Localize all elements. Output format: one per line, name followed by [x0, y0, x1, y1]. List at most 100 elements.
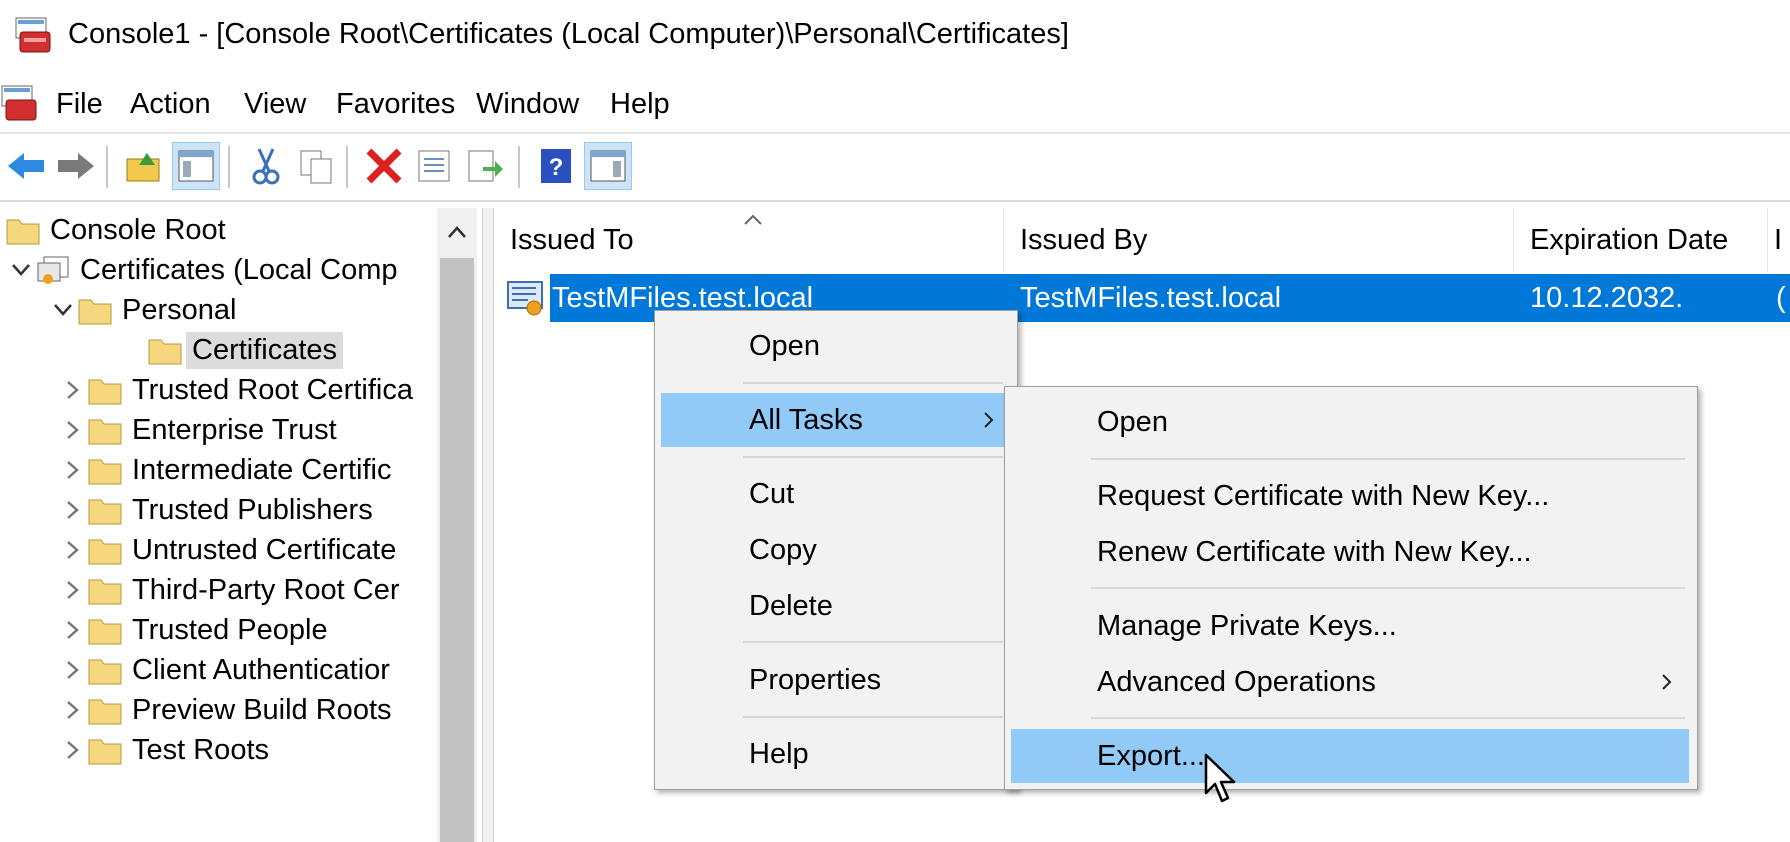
menu-separator — [1091, 458, 1685, 460]
tree-item-trusted-publishers[interactable]: Trusted Publishers — [58, 488, 373, 532]
column-header-expiration[interactable]: Expiration Date — [1514, 208, 1768, 272]
tree-item-label: Trusted Publishers — [132, 493, 373, 526]
mouse-cursor-icon — [1204, 753, 1236, 803]
tree-item-client-auth[interactable]: Client Authenticatior — [58, 648, 390, 692]
cut-icon[interactable] — [242, 142, 290, 190]
tree-item-label: Third-Party Root Cer — [132, 573, 400, 606]
tree-item-label: Client Authenticatior — [132, 653, 390, 686]
chevron-right-icon — [1662, 674, 1672, 690]
folder-icon — [88, 699, 122, 725]
column-label: I — [1774, 223, 1783, 256]
tree-item-certificates[interactable]: Certificates — [148, 328, 344, 372]
menu-item-label: Export... — [1097, 739, 1205, 772]
tree-item-label: Untrusted Certificate — [132, 533, 397, 566]
submenu-item-renew-certificate[interactable]: Renew Certificate with New Key... — [1011, 525, 1689, 579]
tree-item-trusted-people[interactable]: Trusted People — [58, 608, 328, 652]
chevron-right-icon[interactable] — [58, 420, 88, 440]
menu-action[interactable]: Action — [126, 86, 215, 123]
show-action-pane-icon[interactable] — [584, 142, 632, 190]
submenu-item-open[interactable]: Open — [1011, 395, 1689, 449]
submenu-item-request-certificate[interactable]: Request Certificate with New Key... — [1011, 469, 1689, 523]
tree-item-test-roots[interactable]: Test Roots — [58, 728, 269, 772]
delete-icon[interactable] — [360, 142, 408, 190]
menu-item-open[interactable]: Open — [661, 319, 1009, 373]
tree-item-console-root[interactable]: Console Root — [6, 208, 226, 252]
tree-scrollbar-thumb[interactable] — [440, 258, 474, 842]
chevron-right-icon[interactable] — [58, 740, 88, 760]
scroll-up-icon[interactable] — [437, 210, 477, 254]
tree-item-third-party-root[interactable]: Third-Party Root Cer — [58, 568, 400, 612]
folder-icon — [88, 419, 122, 445]
chevron-right-icon[interactable] — [58, 460, 88, 480]
all-tasks-submenu: Open Request Certificate with New Key...… — [1004, 386, 1698, 790]
column-header-intended-purposes[interactable]: I — [1768, 208, 1790, 272]
chevron-right-icon[interactable] — [58, 620, 88, 640]
chevron-right-icon[interactable] — [58, 540, 88, 560]
tree-item-label: Preview Build Roots — [132, 693, 392, 726]
menu-item-help[interactable]: Help — [661, 727, 1009, 781]
menu-item-label: Open — [749, 329, 820, 362]
cell-issued-by: TestMFiles.test.local — [1020, 282, 1282, 314]
cell-intended-purposes: ( — [1776, 282, 1786, 314]
export-list-icon[interactable] — [460, 142, 508, 190]
menu-view[interactable]: View — [240, 86, 310, 123]
folder-icon — [6, 219, 40, 245]
tree-item-label: Enterprise Trust — [132, 413, 337, 446]
submenu-item-manage-private-keys[interactable]: Manage Private Keys... — [1011, 599, 1689, 653]
chevron-right-icon[interactable] — [58, 580, 88, 600]
column-label: Issued To — [510, 223, 634, 256]
tree-item-label: Trusted People — [132, 613, 328, 646]
pane-splitter[interactable] — [482, 208, 494, 842]
tree-item-label: Console Root — [50, 213, 226, 246]
menu-item-properties[interactable]: Properties — [661, 653, 1009, 707]
menu-item-label: Advanced Operations — [1097, 665, 1376, 698]
copy-icon[interactable] — [292, 142, 340, 190]
column-label: Expiration Date — [1530, 223, 1729, 256]
submenu-item-export[interactable]: Export... — [1011, 729, 1689, 783]
folder-icon — [88, 539, 122, 565]
chevron-right-icon[interactable] — [58, 380, 88, 400]
menu-item-cut[interactable]: Cut — [661, 467, 1009, 521]
menu-item-label: Help — [749, 737, 809, 770]
menu-item-copy[interactable]: Copy — [661, 523, 1009, 577]
tree-item-intermediate[interactable]: Intermediate Certific — [58, 448, 392, 492]
back-icon[interactable] — [2, 142, 50, 190]
menu-favorites[interactable]: Favorites — [332, 86, 459, 123]
menu-file[interactable]: File — [52, 86, 107, 123]
console-window-icon[interactable] — [0, 84, 40, 124]
tree-item-trusted-root[interactable]: Trusted Root Certifica — [58, 368, 413, 412]
menu-window[interactable]: Window — [472, 86, 583, 123]
tree-item-untrusted[interactable]: Untrusted Certificate — [58, 528, 396, 572]
menu-separator — [743, 641, 1003, 643]
chevron-down-icon[interactable] — [6, 263, 36, 277]
toolbar-separator — [346, 146, 348, 188]
chevron-right-icon[interactable] — [58, 700, 88, 720]
column-header-issued-by[interactable]: Issued By — [1004, 208, 1514, 272]
properties-icon[interactable] — [410, 142, 458, 190]
menu-item-all-tasks[interactable]: All Tasks — [661, 393, 1009, 447]
help-icon[interactable]: ? — [532, 142, 580, 190]
menu-item-label: Open — [1097, 405, 1168, 438]
tree-item-personal[interactable]: Personal — [48, 288, 236, 332]
menu-separator — [1091, 717, 1685, 719]
submenu-item-advanced-operations[interactable]: Advanced Operations — [1011, 655, 1689, 709]
chevron-right-icon[interactable] — [58, 500, 88, 520]
context-menu: Open All Tasks Cut Copy Delete Propertie… — [654, 310, 1018, 790]
sort-ascending-icon — [744, 214, 762, 225]
menu-separator — [743, 456, 1003, 458]
menu-help[interactable]: Help — [606, 86, 674, 123]
column-label: Issued By — [1020, 223, 1148, 256]
tree-item-preview-build-roots[interactable]: Preview Build Roots — [58, 688, 392, 732]
svg-text:?: ? — [549, 154, 564, 181]
tree-item-label: Trusted Root Certifica — [132, 373, 413, 406]
menu-item-label: Manage Private Keys... — [1097, 609, 1397, 642]
show-hide-tree-icon[interactable] — [172, 142, 220, 190]
tree-item-enterprise-trust[interactable]: Enterprise Trust — [58, 408, 337, 452]
chevron-right-icon[interactable] — [58, 660, 88, 680]
menu-item-delete[interactable]: Delete — [661, 579, 1009, 633]
tree-item-certificates-local[interactable]: Certificates (Local Comp — [6, 248, 398, 292]
tree-item-label: Personal — [122, 293, 237, 326]
forward-icon[interactable] — [52, 142, 100, 190]
up-folder-icon[interactable] — [120, 142, 168, 190]
chevron-down-icon[interactable] — [48, 303, 78, 317]
